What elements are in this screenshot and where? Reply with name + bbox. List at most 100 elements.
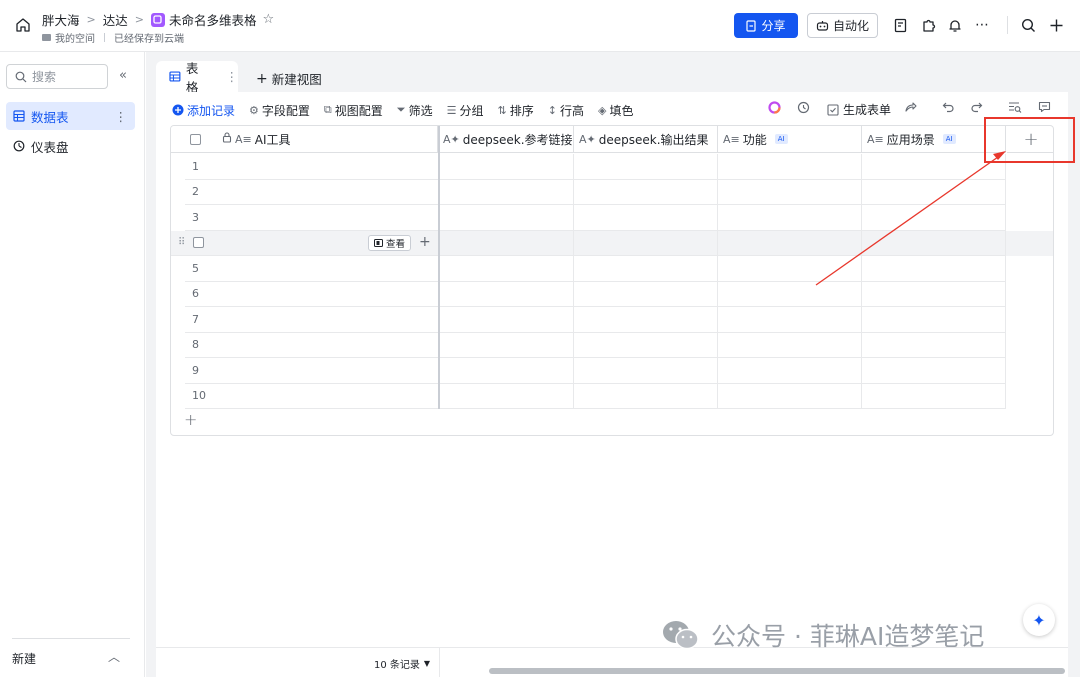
- table-cell[interactable]: [574, 179, 718, 205]
- table-cell[interactable]: [862, 230, 1006, 256]
- insert-row-button[interactable]: +: [419, 234, 431, 250]
- group-button[interactable]: ☰ 分组: [447, 102, 484, 119]
- frozen-column-divider[interactable]: [438, 126, 440, 409]
- more-vertical-icon[interactable]: ⋮: [226, 69, 239, 84]
- table-cell[interactable]: [438, 205, 574, 231]
- redo-icon[interactable]: [970, 101, 983, 113]
- table-cell[interactable]: [862, 256, 1006, 282]
- comment-icon[interactable]: [1038, 101, 1051, 113]
- table-cell[interactable]: [574, 230, 718, 256]
- share-button[interactable]: 分享: [734, 13, 798, 38]
- table-cell[interactable]: [438, 179, 574, 205]
- search-icon[interactable]: [1020, 17, 1036, 33]
- table-cell[interactable]: [574, 205, 718, 231]
- row-height-button[interactable]: ↕ 行高: [548, 102, 584, 119]
- sidebar-new-button[interactable]: 新建: [12, 650, 36, 667]
- table-cell[interactable]: [438, 281, 574, 307]
- history-icon[interactable]: [797, 101, 810, 114]
- horizontal-scrollbar[interactable]: [489, 668, 1065, 674]
- table-cell[interactable]: [718, 358, 862, 384]
- table-row[interactable]: 3: [185, 205, 438, 231]
- field-config-button[interactable]: ⚙ 字段配置: [249, 102, 310, 119]
- ai-sparkle-button[interactable]: ✦: [1023, 604, 1055, 636]
- table-cell[interactable]: [718, 230, 862, 256]
- plugin-icon[interactable]: [920, 17, 936, 33]
- column-header-ai-tools[interactable]: A≡ AI工具: [171, 126, 438, 153]
- generate-form-button[interactable]: 生成表单: [827, 101, 891, 118]
- table-row[interactable]: 1: [185, 154, 438, 180]
- add-row-button[interactable]: +: [184, 410, 197, 429]
- table-cell[interactable]: [718, 205, 862, 231]
- ai-assistant-icon[interactable]: [768, 101, 781, 114]
- bell-icon[interactable]: [947, 17, 963, 33]
- search-records-icon[interactable]: [1008, 101, 1022, 113]
- table-row[interactable]: 5: [185, 256, 438, 282]
- table-cell[interactable]: [862, 358, 1006, 384]
- table-cell[interactable]: [574, 154, 718, 180]
- document-icon[interactable]: [893, 17, 909, 33]
- table-cell[interactable]: [438, 256, 574, 282]
- table-cell[interactable]: [438, 358, 574, 384]
- table-cell[interactable]: [862, 281, 1006, 307]
- doc-title[interactable]: 未命名多维表格: [169, 10, 257, 29]
- table-row[interactable]: 10: [185, 384, 438, 409]
- table-cell[interactable]: [718, 383, 862, 409]
- star-icon[interactable]: ☆: [262, 12, 274, 27]
- table-cell[interactable]: [574, 281, 718, 307]
- more-icon[interactable]: ⋯: [974, 17, 990, 33]
- add-record-button[interactable]: 添加记录: [172, 102, 235, 119]
- filter-button[interactable]: ⏷ 筛选: [397, 102, 433, 119]
- table-cell[interactable]: [718, 179, 862, 205]
- column-header-deepseek-link[interactable]: A✦ deepseek.参考链接: [438, 126, 574, 153]
- table-cell[interactable]: [862, 307, 1006, 333]
- table-cell[interactable]: [438, 154, 574, 180]
- plus-icon[interactable]: [1048, 17, 1064, 33]
- table-cell[interactable]: [438, 307, 574, 333]
- table-cell[interactable]: [718, 307, 862, 333]
- table-row[interactable]: 7: [185, 307, 438, 333]
- collapse-sidebar-icon[interactable]: «: [119, 68, 127, 83]
- breadcrumb-workspace[interactable]: 胖大海: [42, 10, 80, 29]
- table-cell[interactable]: [718, 281, 862, 307]
- automation-button[interactable]: 自动化: [807, 13, 878, 38]
- breadcrumb-folder[interactable]: 达达: [103, 10, 128, 29]
- table-cell[interactable]: [438, 332, 574, 358]
- fill-color-button[interactable]: ◈ 填色: [598, 102, 633, 119]
- table-row[interactable]: 6: [185, 282, 438, 307]
- table-cell[interactable]: [718, 154, 862, 180]
- sidebar-search-input[interactable]: 搜索: [6, 64, 108, 89]
- row-checkbox[interactable]: [193, 237, 205, 249]
- table-cell[interactable]: [574, 358, 718, 384]
- record-count[interactable]: 10 条记录 ▼: [374, 656, 430, 671]
- table-row[interactable]: 8: [185, 333, 438, 358]
- table-cell[interactable]: [574, 256, 718, 282]
- space-label[interactable]: 我的空间: [55, 30, 95, 45]
- table-cell[interactable]: [718, 332, 862, 358]
- table-cell[interactable]: [438, 230, 574, 256]
- chevron-up-icon[interactable]: ︿: [108, 648, 120, 665]
- select-all-checkbox[interactable]: [190, 133, 201, 145]
- table-cell[interactable]: [574, 332, 718, 358]
- table-cell[interactable]: [862, 383, 1006, 409]
- table-cell[interactable]: [574, 383, 718, 409]
- table-cell[interactable]: [862, 179, 1006, 205]
- table-row[interactable]: 9: [185, 358, 438, 384]
- column-header-deepseek-output[interactable]: A✦ deepseek.输出结果: [574, 126, 718, 153]
- new-view-button[interactable]: + 新建视图: [256, 69, 322, 88]
- table-cell[interactable]: [862, 332, 1006, 358]
- table-cell[interactable]: [718, 256, 862, 282]
- table-cell[interactable]: [574, 307, 718, 333]
- share-out-icon[interactable]: [904, 101, 917, 113]
- more-vertical-icon[interactable]: ⋮: [115, 109, 128, 124]
- tab-grid-view[interactable]: 表格 ⋮: [156, 61, 239, 95]
- table-row[interactable]: 2: [185, 180, 438, 205]
- table-cell[interactable]: [438, 383, 574, 409]
- drag-handle-icon[interactable]: ⠿: [178, 237, 185, 248]
- home-icon[interactable]: [14, 16, 32, 34]
- undo-icon[interactable]: [942, 101, 955, 113]
- sort-button[interactable]: ⇅ 排序: [498, 102, 534, 119]
- sidebar-item-dashboard[interactable]: 仪表盘: [6, 132, 135, 160]
- column-header-function[interactable]: A≡ 功能 AI: [718, 126, 862, 153]
- sidebar-item-datatable[interactable]: 数据表 ⋮: [6, 102, 135, 130]
- view-config-button[interactable]: ⧉ 视图配置: [324, 102, 383, 119]
